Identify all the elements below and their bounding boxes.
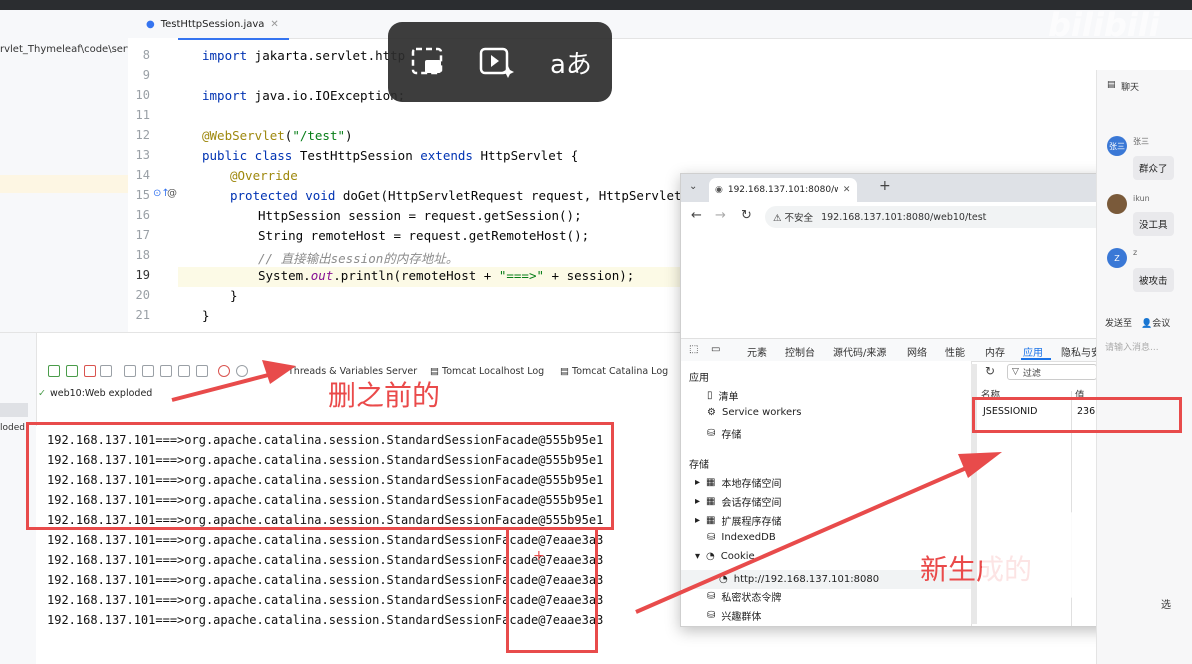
arrow-to-run-tabs [171,360,296,402]
bilibili-tv-watermark-icon [982,512,1090,598]
cursor-marker: + [533,548,545,564]
arrow-to-cookie [635,452,1002,614]
